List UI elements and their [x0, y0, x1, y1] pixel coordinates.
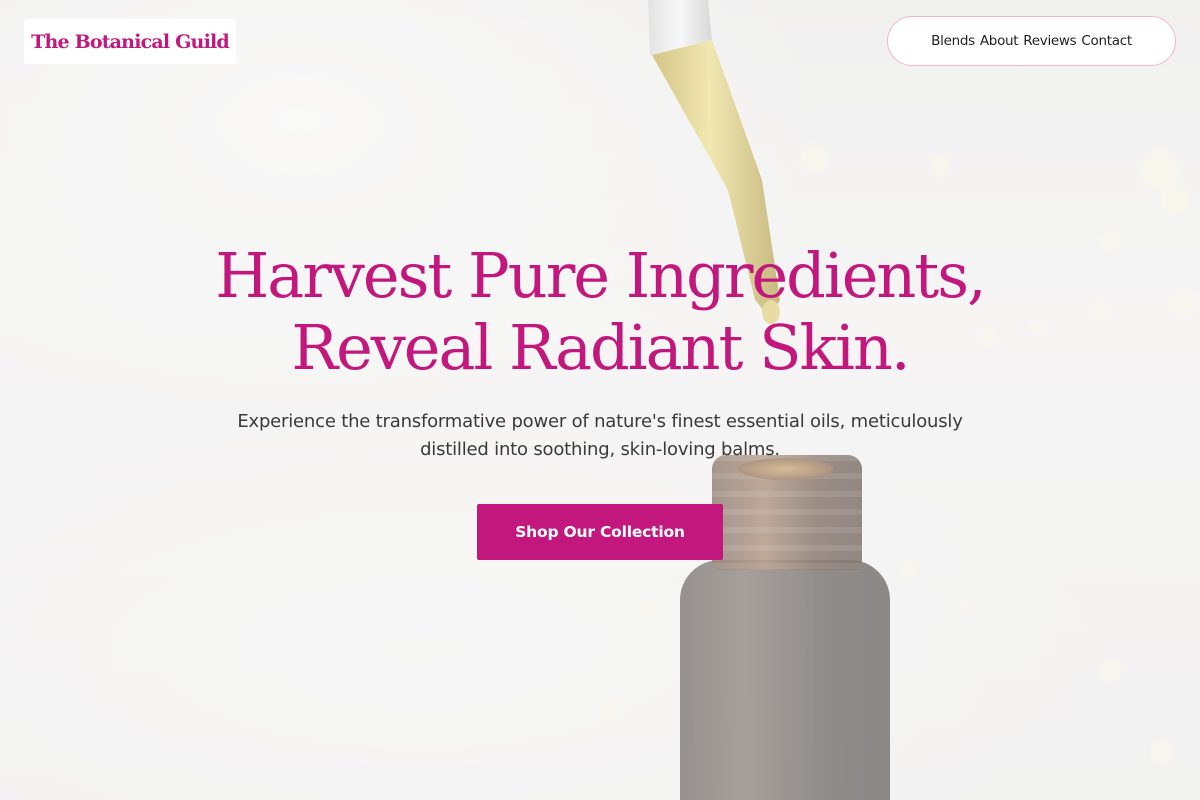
logo-text: The Botanical Guild	[31, 30, 230, 53]
nav-link-about[interactable]: About	[980, 33, 1019, 49]
subtitle-line-2: distilled into soothing, skin-loving bal…	[420, 439, 780, 460]
headline-line-2: Reveal Radiant Skin.	[291, 311, 910, 384]
logo[interactable]: The Botanical Guild	[24, 19, 236, 64]
nav-link-reviews[interactable]: Reviews	[1023, 33, 1076, 49]
hero-headline: Harvest Pure Ingredients, Reveal Radiant…	[100, 240, 1100, 384]
nav-link-blends[interactable]: Blends	[931, 33, 975, 49]
shop-collection-button[interactable]: Shop Our Collection	[477, 504, 723, 560]
subtitle-line-1: Experience the transformative power of n…	[237, 411, 963, 432]
hero-subtitle: Experience the transformative power of n…	[180, 408, 1020, 464]
hero-section: The Botanical Guild Blends About Reviews…	[0, 0, 1200, 800]
headline-line-1: Harvest Pure Ingredients,	[215, 239, 987, 312]
main-nav: Blends About Reviews Contact	[887, 16, 1176, 66]
nav-link-contact[interactable]: Contact	[1081, 33, 1132, 49]
